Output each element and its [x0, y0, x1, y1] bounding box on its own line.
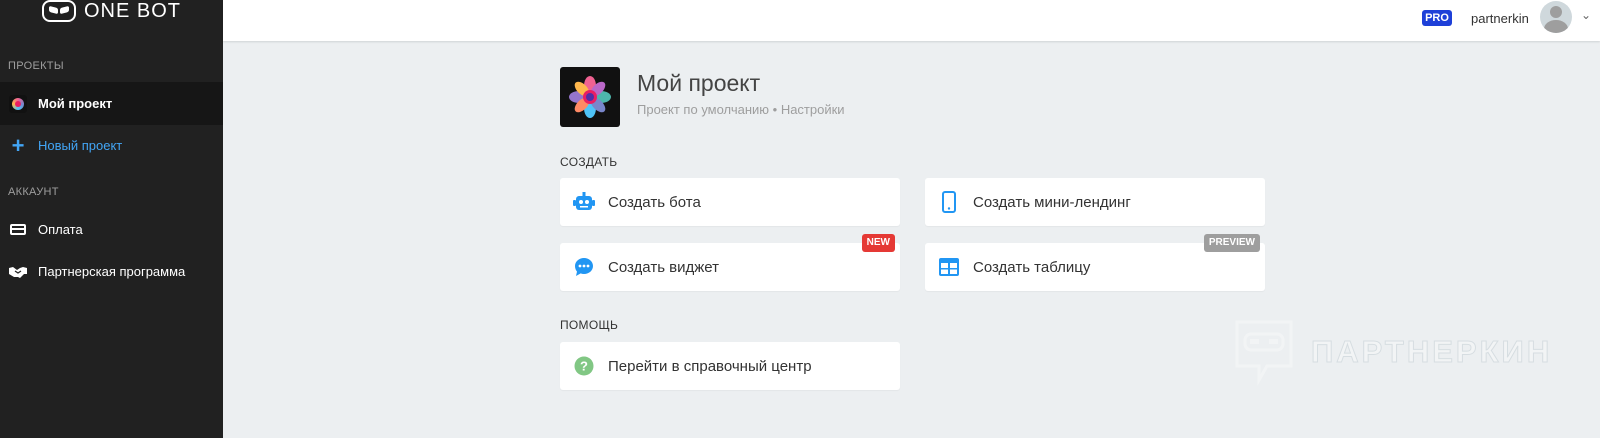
watermark: ПАРТНЕРКИН: [1233, 318, 1552, 386]
chevron-down-icon[interactable]: ⌄: [1581, 8, 1591, 22]
handshake-icon: [8, 262, 28, 282]
sidebar-item-label: Новый проект: [38, 138, 123, 153]
help-center-button[interactable]: ? Перейти в справочный центр: [560, 342, 900, 390]
app-name: ONE BOT: [83, 0, 181, 22]
project-icon: [8, 94, 28, 114]
question-circle-icon: ?: [572, 354, 596, 378]
create-bot-button[interactable]: Создать бота: [560, 178, 900, 226]
preview-badge: PREVIEW: [1203, 234, 1260, 252]
watermark-logo-icon: [1235, 320, 1293, 386]
sidebar-item-my-project[interactable]: Мой проект: [0, 82, 223, 125]
sidebar-item-label: Партнерская программа: [38, 264, 186, 279]
create-widget-label: Создать виджет: [608, 258, 720, 276]
username[interactable]: partnerkin: [1471, 11, 1529, 26]
create-landing-label: Создать мини-лендинг: [973, 193, 1131, 211]
help-center-label: Перейти в справочный центр: [608, 357, 812, 375]
page-title: Мой проект: [637, 70, 761, 96]
create-landing-button[interactable]: Создать мини-лендинг: [925, 178, 1265, 226]
project-subtitle[interactable]: Проект по умолчанию • Настройки: [637, 102, 845, 117]
phone-icon: [937, 190, 961, 214]
account-section-label: АККАУНТ: [8, 186, 59, 198]
project-avatar: [560, 67, 620, 127]
sidebar: ONE BOT ПРОЕКТЫ Мой проект + Новый проек…: [0, 0, 223, 438]
chat-bubble-icon: [572, 255, 596, 279]
sidebar-item-label: Оплата: [38, 222, 83, 237]
create-table-label: Создать таблицу: [973, 258, 1091, 276]
robot-icon: [572, 190, 596, 214]
sidebar-item-label: Мой проект: [38, 96, 113, 111]
svg-text:?: ?: [580, 359, 588, 374]
create-bot-label: Создать бота: [608, 193, 701, 211]
create-table-button[interactable]: PREVIEW Создать таблицу: [925, 234, 1265, 291]
top-bar: PRO partnerkin ⌄: [223, 0, 1600, 41]
mask-logo-icon: [41, 0, 76, 22]
create-section-heading: СОЗДАТЬ: [560, 155, 618, 169]
credit-card-icon: [8, 220, 28, 240]
new-badge: NEW: [861, 234, 895, 252]
watermark-text: ПАРТНЕРКИН: [1310, 334, 1553, 370]
sidebar-item-new-project[interactable]: + Новый проект: [0, 124, 223, 167]
sidebar-item-partner-program[interactable]: Партнерская программа: [0, 250, 223, 293]
sidebar-item-payment[interactable]: Оплата: [0, 208, 223, 251]
table-icon: [937, 255, 961, 279]
avatar[interactable]: [1540, 1, 1572, 33]
app-logo[interactable]: ONE BOT: [0, 0, 223, 34]
create-widget-button[interactable]: NEW Создать виджет: [560, 234, 900, 291]
flower-icon: [569, 76, 611, 118]
plus-icon: +: [11, 132, 25, 158]
projects-section-label: ПРОЕКТЫ: [8, 60, 64, 72]
help-section-heading: ПОМОЩЬ: [560, 318, 619, 332]
pro-badge: PRO: [1422, 10, 1452, 26]
